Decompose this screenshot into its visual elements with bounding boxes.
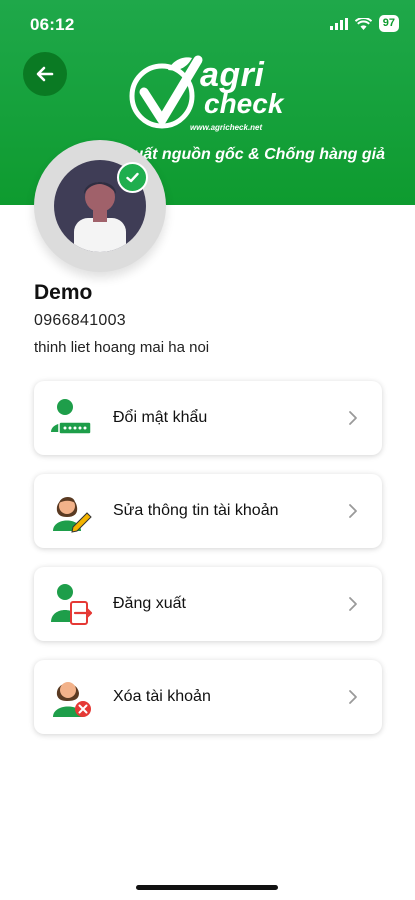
change-password-button[interactable]: Đổi mật khẩu: [34, 381, 382, 455]
verified-badge-icon: [117, 162, 148, 193]
arrow-left-icon: [36, 66, 54, 82]
back-button[interactable]: [23, 52, 67, 96]
home-indicator[interactable]: [136, 885, 278, 890]
menu-label-edit-account: Sửa thông tin tài khoản: [113, 502, 279, 519]
logo-check-text: check: [204, 88, 284, 119]
logo-url: www.agricheck.net: [190, 123, 263, 132]
status-icons: 97: [329, 15, 399, 32]
signal-icon: [329, 17, 348, 30]
profile-address: thinh liet hoang mai ha noi: [34, 339, 210, 356]
profile-name: Demo: [34, 281, 93, 304]
delete-account-button[interactable]: Xóa tài khoản: [34, 660, 382, 734]
status-bar: 06:12 97: [0, 0, 415, 50]
wifi-icon: [354, 17, 372, 30]
logo-agri-text: agri: [200, 56, 265, 94]
menu-label-delete-account: Xóa tài khoản: [113, 688, 211, 705]
user-logout-icon: [51, 584, 93, 625]
menu-label-change-password: Đổi mật khẩu: [113, 409, 208, 426]
user-password-icon: [51, 399, 92, 435]
edit-account-button[interactable]: Sửa thông tin tài khoản: [34, 474, 382, 548]
logo-wordmark: agri check: [200, 58, 283, 118]
user-edit-icon: [53, 497, 92, 533]
user-avatar-icon: [54, 160, 146, 252]
profile-phone: 0966841003: [34, 312, 126, 329]
avatar: [34, 140, 166, 272]
chevron-right-icon: [349, 690, 357, 704]
user-delete-icon: [53, 682, 91, 717]
chevron-right-icon: [349, 597, 357, 611]
agricheck-logo: agri check www.agricheck.net: [128, 52, 293, 134]
menu-label-logout: Đăng xuất: [113, 595, 186, 612]
chevron-right-icon: [349, 504, 357, 518]
chevron-right-icon: [349, 411, 357, 425]
battery-indicator: 97: [378, 15, 399, 32]
status-time: 06:12: [30, 15, 75, 34]
logout-button[interactable]: Đăng xuất: [34, 567, 382, 641]
logo-check-icon: [129, 55, 203, 129]
